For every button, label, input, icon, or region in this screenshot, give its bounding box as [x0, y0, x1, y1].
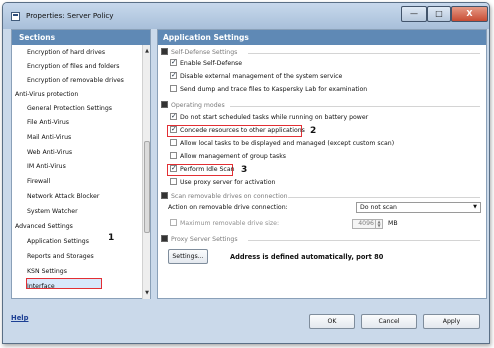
checkmark-icon[interactable]: [170, 70, 177, 80]
settings-header: Application Settings: [158, 30, 486, 45]
settings-panel: Application Settings Self-Defense Settin…: [157, 29, 487, 299]
help-link[interactable]: Help: [11, 314, 29, 322]
settings-group-icon: [161, 48, 168, 55]
spinner-arrows-icon[interactable]: ▲ ▼: [375, 220, 382, 228]
checkmark-icon[interactable]: [170, 111, 177, 121]
section-interface[interactable]: Interface: [12, 281, 55, 293]
self-defense-group: Self-Defense Settings: [158, 47, 237, 59]
maximize-button[interactable]: □: [427, 6, 451, 22]
section-mail-anti-virus[interactable]: Mail Anti-Virus: [12, 132, 71, 144]
operating-modes-group: Operating modes: [158, 100, 225, 112]
no-scheduled-tasks-battery-checkbox[interactable]: Do not start scheduled tasks while runni…: [170, 111, 368, 123]
checkbox-icon[interactable]: [170, 219, 177, 226]
section-reports-storages[interactable]: Reports and Storages: [12, 251, 94, 263]
proxy-status: Address is defined automatically, port 8…: [230, 253, 384, 261]
settings-group-icon: [161, 235, 168, 242]
checkmark-icon[interactable]: [170, 124, 177, 134]
section-ksn-settings[interactable]: KSN Settings: [12, 266, 67, 278]
divider: [230, 106, 480, 107]
removable-drives-group: Scan removable drives on connection: [158, 191, 288, 203]
section-encryption-files-folders[interactable]: Encryption of files and folders: [12, 61, 120, 73]
chevron-down-icon: ▼: [473, 204, 477, 210]
checkmark-icon[interactable]: [170, 163, 177, 173]
max-size-spinner[interactable]: 4096 ▲ ▼: [352, 219, 383, 229]
minimize-button[interactable]: —: [401, 6, 427, 22]
sections-list: Encryption of hard drives Encryption of …: [12, 45, 144, 299]
sections-panel: Sections Encryption of hard drives Encry…: [11, 29, 151, 299]
checkbox-icon[interactable]: [170, 139, 177, 146]
concede-resources-checkbox[interactable]: Concede resources to other applications: [170, 124, 305, 136]
section-network-attack-blocker[interactable]: Network Attack Blocker: [12, 191, 99, 203]
section-file-anti-virus[interactable]: File Anti-Virus: [12, 117, 69, 129]
allow-group-tasks-checkbox[interactable]: Allow management of group tasks: [170, 152, 286, 162]
section-application-settings[interactable]: Application Settings: [12, 236, 89, 248]
ok-button[interactable]: OK: [309, 314, 355, 329]
disable-external-management-checkbox[interactable]: Disable external management of the syste…: [170, 70, 342, 82]
divider: [248, 53, 480, 54]
close-button[interactable]: X: [451, 6, 488, 22]
title-bar[interactable]: Properties: Server Policy — □ X: [3, 3, 489, 29]
section-encryption-hard-drives[interactable]: Encryption of hard drives: [12, 47, 105, 59]
scroll-down-icon[interactable]: ▼: [143, 289, 151, 297]
cancel-button[interactable]: Cancel: [361, 314, 417, 329]
app-icon: [11, 12, 20, 21]
section-web-anti-virus[interactable]: Web Anti-Virus: [12, 147, 72, 159]
section-system-watcher[interactable]: System Watcher: [12, 206, 78, 218]
annotation-1: 1: [108, 233, 115, 243]
max-size-unit: MB: [388, 220, 398, 227]
settings-group-icon: [161, 192, 168, 199]
operating-modes-title: Operating modes: [171, 102, 225, 109]
self-defense-title: Self-Defense Settings: [171, 49, 238, 56]
proxy-title: Proxy Server Settings: [171, 236, 238, 243]
max-drive-size-checkbox[interactable]: Maximum removable drive size:: [170, 219, 279, 229]
section-anti-virus-protection[interactable]: Anti-Virus protection: [12, 89, 78, 101]
annotation-2: 2: [310, 126, 317, 136]
divider: [288, 197, 480, 198]
checkbox-icon[interactable]: [170, 178, 177, 185]
proxy-group: Proxy Server Settings: [158, 234, 238, 246]
removable-drives-title: Scan removable drives on connection: [171, 193, 288, 200]
divider: [248, 240, 480, 241]
window-title: Properties: Server Policy: [26, 11, 114, 20]
section-general-protection[interactable]: General Protection Settings: [12, 103, 112, 115]
allow-local-tasks-checkbox[interactable]: Allow local tasks to be displayed and ma…: [170, 139, 394, 149]
enable-self-defense-checkbox[interactable]: Enable Self-Defense: [170, 57, 242, 69]
action-dropdown[interactable]: Do not scan ▼: [356, 202, 481, 213]
annotation-3: 3: [241, 165, 248, 175]
checkbox-icon[interactable]: [170, 152, 177, 159]
section-encryption-removable-drives[interactable]: Encryption of removable drives: [12, 75, 124, 87]
dialog-footer: Help OK Cancel Apply: [3, 303, 489, 343]
perform-idle-scan-checkbox[interactable]: Perform Idle Scan: [170, 163, 235, 175]
sections-scrollbar[interactable]: ▲ ▼: [142, 45, 150, 299]
section-advanced-settings[interactable]: Advanced Settings: [12, 221, 73, 233]
section-im-anti-virus[interactable]: IM Anti-Virus: [12, 161, 66, 173]
use-proxy-activation-checkbox[interactable]: Use proxy server for activation: [170, 178, 275, 188]
scroll-thumb[interactable]: [144, 141, 150, 233]
scroll-up-icon[interactable]: ▲: [143, 47, 151, 55]
apply-button[interactable]: Apply: [423, 314, 480, 329]
action-on-connection-label: Action on removable drive connection:: [168, 204, 288, 211]
sections-header: Sections: [12, 30, 150, 45]
checkbox-icon[interactable]: [170, 85, 177, 92]
checkmark-icon[interactable]: [170, 57, 177, 67]
section-firewall[interactable]: Firewall: [12, 176, 50, 188]
properties-window: Properties: Server Policy — □ X Sections…: [2, 2, 490, 344]
proxy-settings-button[interactable]: Settings...: [168, 249, 208, 264]
send-dump-files-checkbox[interactable]: Send dump and trace files to Kaspersky L…: [170, 85, 367, 95]
settings-group-icon: [161, 101, 168, 108]
